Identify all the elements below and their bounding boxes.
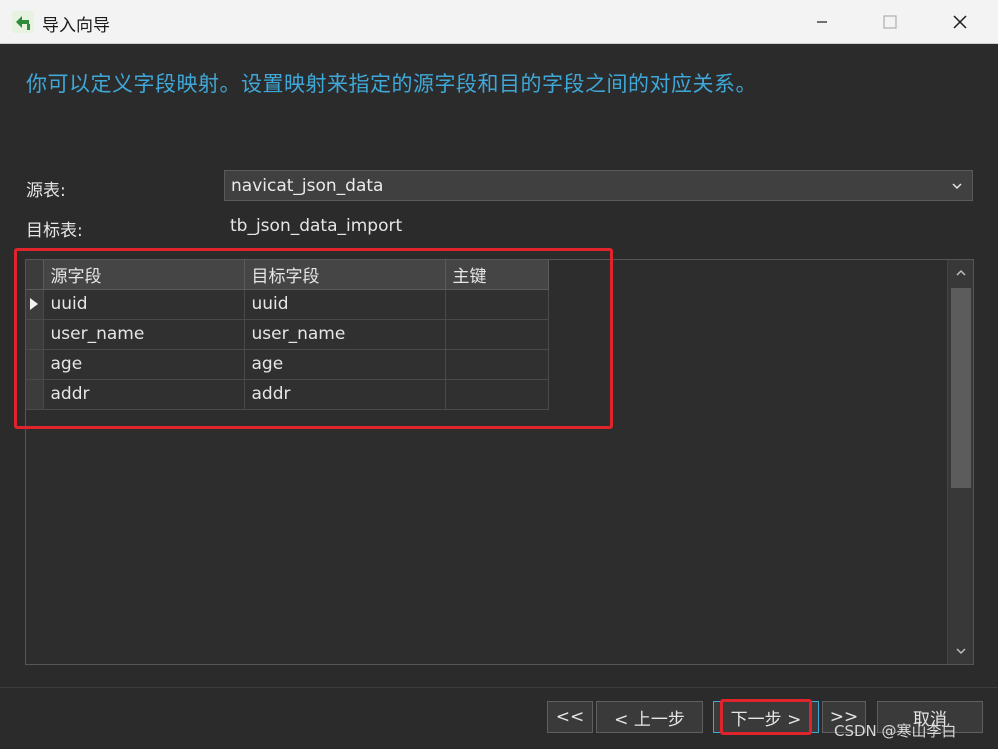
source-field-cell[interactable]: addr xyxy=(43,379,245,410)
scroll-down-button[interactable] xyxy=(948,638,974,664)
watermark: CSDN @寒山李白 xyxy=(834,722,957,740)
import-wizard-icon xyxy=(12,11,34,33)
row-indicator[interactable] xyxy=(26,349,44,380)
scroll-up-button[interactable] xyxy=(948,260,974,286)
row-indicator[interactable] xyxy=(26,379,44,410)
target-field-cell[interactable]: user_name xyxy=(244,319,446,350)
window-title: 导入向导 xyxy=(42,16,110,36)
close-button[interactable] xyxy=(926,0,994,44)
table-row[interactable]: uuid uuid xyxy=(26,289,549,320)
source-table-label: 源表: xyxy=(26,181,66,201)
chevron-up-icon xyxy=(956,269,966,276)
vertical-scrollbar[interactable] xyxy=(947,260,973,664)
source-field-cell[interactable]: user_name xyxy=(43,319,245,350)
primary-key-cell[interactable] xyxy=(445,319,549,350)
close-icon xyxy=(953,15,967,29)
source-field-cell[interactable]: uuid xyxy=(43,289,245,320)
target-table-value: tb_json_data_import xyxy=(230,216,403,236)
row-indicator[interactable] xyxy=(26,289,44,320)
source-table-value: navicat_json_data xyxy=(231,175,384,196)
scrollbar-thumb[interactable] xyxy=(951,288,971,488)
column-header-target-field[interactable]: 目标字段 xyxy=(244,260,446,290)
primary-key-cell[interactable] xyxy=(445,349,549,380)
chevron-down-icon xyxy=(956,648,966,655)
table-row[interactable]: user_name user_name xyxy=(26,319,549,350)
first-step-button[interactable]: << xyxy=(547,701,593,733)
source-field-cell[interactable]: age xyxy=(43,349,245,380)
primary-key-cell[interactable] xyxy=(445,379,549,410)
wizard-description: 你可以定义字段映射。设置映射来指定的源字段和目的字段之间的对应关系。 xyxy=(26,72,757,96)
chevron-down-icon xyxy=(952,183,962,190)
maximize-button[interactable] xyxy=(856,0,924,44)
column-header-primary-key[interactable]: 主键 xyxy=(445,260,549,290)
field-mapping-table: 源字段 目标字段 主键 uuid uuid user_name user_nam… xyxy=(26,260,549,410)
primary-key-cell[interactable] xyxy=(445,289,549,320)
row-indicator[interactable] xyxy=(26,319,44,350)
minimize-button[interactable] xyxy=(788,0,856,44)
table-header-row: 源字段 目标字段 主键 xyxy=(26,260,549,290)
current-row-arrow-icon xyxy=(30,298,39,310)
source-table-select[interactable]: navicat_json_data xyxy=(224,170,973,201)
previous-step-button[interactable]: < 上一步 xyxy=(596,701,703,733)
title-bar: 导入向导 xyxy=(0,0,998,44)
table-row[interactable]: age age xyxy=(26,349,549,380)
target-field-cell[interactable]: addr xyxy=(244,379,446,410)
target-field-cell[interactable]: uuid xyxy=(244,289,446,320)
row-header-corner xyxy=(26,260,44,290)
field-mapping-grid: 源字段 目标字段 主键 uuid uuid user_name user_nam… xyxy=(25,259,974,665)
target-field-cell[interactable]: age xyxy=(244,349,446,380)
footer-divider xyxy=(0,687,998,688)
target-table-label: 目标表: xyxy=(26,221,83,241)
table-row[interactable]: addr addr xyxy=(26,379,549,410)
next-step-button[interactable]: 下一步 > xyxy=(713,701,819,733)
column-header-source-field[interactable]: 源字段 xyxy=(43,260,245,290)
